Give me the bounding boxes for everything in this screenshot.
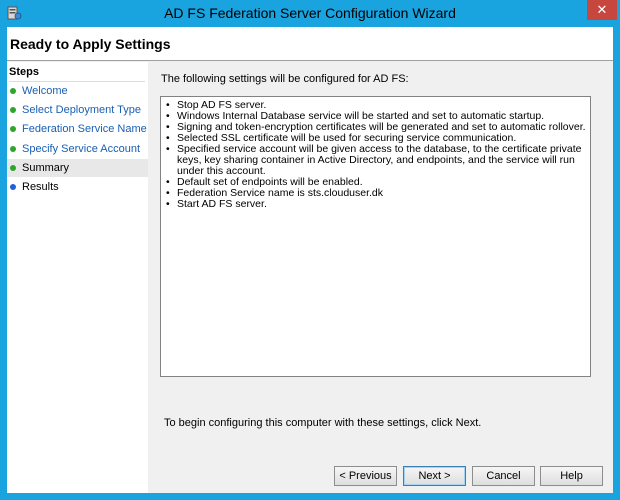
step-pending-icon — [10, 184, 16, 190]
settings-intro: The following settings will be configure… — [161, 73, 409, 85]
page-title: Ready to Apply Settings — [10, 36, 171, 52]
settings-list-box[interactable]: Stop AD FS server. Windows Internal Data… — [160, 96, 591, 377]
step-welcome[interactable]: Welcome — [7, 82, 148, 100]
step-complete-icon — [10, 126, 16, 132]
wizard-client-area: Ready to Apply Settings Steps Welcome Se… — [7, 27, 613, 493]
main-content: The following settings will be configure… — [148, 62, 613, 452]
step-label: Federation Service Name — [22, 123, 147, 135]
step-complete-icon — [10, 88, 16, 94]
help-button[interactable]: Help — [540, 466, 603, 486]
step-select-deployment-type[interactable]: Select Deployment Type — [7, 101, 148, 119]
instruction-text: To begin configuring this computer with … — [164, 417, 482, 429]
step-label: Summary — [22, 162, 70, 174]
button-bar: < Previous Next > Cancel Help — [148, 452, 613, 493]
steps-heading: Steps — [9, 66, 145, 82]
step-current-icon — [10, 165, 16, 171]
step-federation-service-name[interactable]: Federation Service Name — [7, 120, 148, 138]
settings-item: Start AD FS server. — [165, 199, 586, 211]
title-bar[interactable]: AD FS Federation Server Configuration Wi… — [0, 0, 620, 26]
page-header: Ready to Apply Settings — [7, 27, 613, 61]
step-label: Specify Service Account — [22, 143, 141, 155]
steps-panel: Steps Welcome Select Deployment Type Fed… — [7, 62, 148, 493]
step-specify-service-account[interactable]: Specify Service Account — [7, 140, 148, 158]
step-summary: Summary — [7, 159, 148, 177]
wizard-window: AD FS Federation Server Configuration Wi… — [0, 0, 620, 500]
previous-button[interactable]: < Previous — [334, 466, 397, 486]
settings-item: Specified service account will be given … — [165, 144, 586, 177]
window-title: AD FS Federation Server Configuration Wi… — [164, 5, 456, 21]
next-button[interactable]: Next > — [403, 466, 466, 486]
step-complete-icon — [10, 146, 16, 152]
close-icon[interactable]: ✕ — [587, 0, 617, 20]
step-label: Results — [22, 181, 59, 193]
step-complete-icon — [10, 107, 16, 113]
settings-list: Stop AD FS server. Windows Internal Data… — [165, 100, 586, 211]
step-label: Select Deployment Type — [22, 104, 142, 116]
step-label: Welcome — [22, 85, 68, 97]
step-results: Results — [7, 178, 148, 196]
cancel-button[interactable]: Cancel — [472, 466, 535, 486]
